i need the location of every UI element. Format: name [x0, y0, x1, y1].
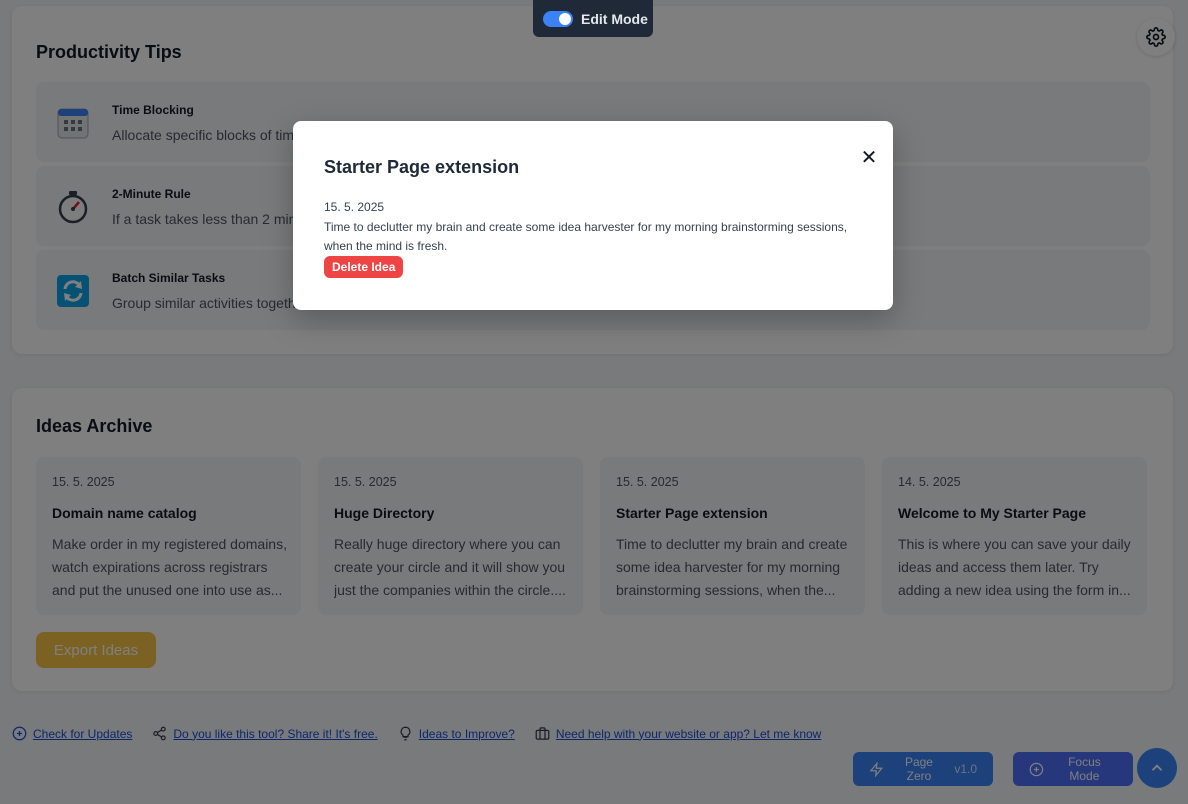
- modal-date: 15. 5. 2025: [324, 200, 385, 214]
- close-icon[interactable]: ✕: [859, 147, 879, 169]
- modal-title: Starter Page extension: [324, 157, 520, 177]
- idea-modal: Starter Page extension ✕ 15. 5. 2025 Tim…: [293, 121, 893, 310]
- edit-mode-switch[interactable]: [543, 10, 573, 27]
- edit-mode-toggle[interactable]: Edit Mode: [533, 0, 653, 37]
- delete-idea-button[interactable]: Delete Idea: [324, 256, 404, 278]
- modal-text: Time to declutter my brain and create so…: [324, 220, 848, 253]
- edit-mode-label: Edit Mode: [581, 10, 648, 27]
